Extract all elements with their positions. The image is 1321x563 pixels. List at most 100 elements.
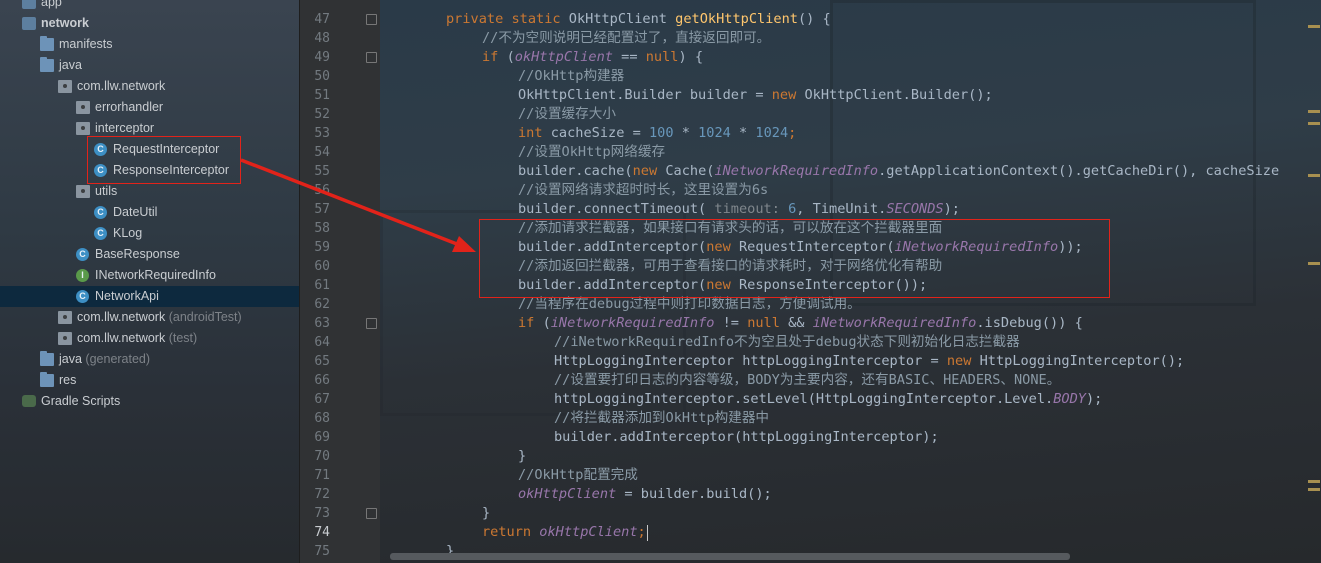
code-token: = builder.build(); <box>616 486 772 502</box>
code-line[interactable]: //不为空则说明已经配置过了，直接返回即可。 <box>482 29 770 48</box>
tree-item[interactable]: C DateUtil <box>0 202 299 223</box>
line-number: 69 <box>314 430 330 445</box>
folder-icon <box>40 57 54 72</box>
code-token: null <box>645 49 679 65</box>
line-number: 51 <box>314 88 330 103</box>
tree-item[interactable]: manifests <box>0 34 299 55</box>
line-number: 47 <box>314 12 330 27</box>
tree-item[interactable]: java (generated) <box>0 349 299 370</box>
tree-item-label: NetworkApi <box>95 289 159 303</box>
error-stripe-marker[interactable] <box>1308 480 1320 483</box>
tree-item[interactable]: com.llw.network <box>0 76 299 97</box>
code-token: .isDebug()) { <box>976 315 1083 331</box>
line-number: 62 <box>314 297 330 312</box>
tree-item[interactable]: utils <box>0 181 299 202</box>
tree-item-suffix: (androidTest) <box>168 310 242 324</box>
error-stripe-marker[interactable] <box>1308 110 1320 113</box>
tree-item[interactable]: C KLog <box>0 223 299 244</box>
tree-item[interactable]: com.llw.network (test) <box>0 328 299 349</box>
line-number: 53 <box>314 126 330 141</box>
package-icon <box>76 122 90 135</box>
tree-item[interactable]: res <box>0 370 299 391</box>
code-line[interactable]: int cacheSize = 100 * 1024 * 1024; <box>518 124 796 143</box>
line-number: 63 <box>314 316 330 331</box>
tree-item-label: manifests <box>59 37 113 51</box>
error-stripe-marker[interactable] <box>1308 25 1320 28</box>
error-stripe-marker[interactable] <box>1308 488 1320 491</box>
code-token: 100 <box>648 125 674 141</box>
error-stripe-marker[interactable] <box>1308 174 1320 177</box>
tree-item-label: interceptor <box>95 121 155 135</box>
tree-item-suffix: (generated) <box>85 352 151 366</box>
code-token: return <box>482 524 540 540</box>
line-number: 60 <box>314 259 330 274</box>
tree-item-label: java <box>59 58 82 72</box>
tree-item-label: DateUtil <box>113 205 158 219</box>
tree-item[interactable]: C NetworkApi <box>0 286 299 307</box>
fold-icon[interactable] <box>366 508 377 519</box>
line-number: 55 <box>314 164 330 179</box>
code-token: //设置缓存大小 <box>518 106 616 122</box>
code-token: new <box>946 353 980 369</box>
code-token: ); <box>1085 391 1103 407</box>
line-number: 48 <box>314 31 330 46</box>
tree-item-label: network <box>41 16 89 30</box>
line-number: 50 <box>314 69 330 84</box>
code-line[interactable]: return okHttpClient; <box>482 523 646 542</box>
package-icon <box>58 332 72 345</box>
code-line[interactable]: //OkHttp构建器 <box>518 67 624 86</box>
code-line[interactable]: builder.cache(new Cache(iNetworkRequired… <box>518 162 1279 181</box>
code-line[interactable]: HttpLoggingInterceptor httpLoggingInterc… <box>554 352 1184 371</box>
code-token: //将拦截器添加到OkHttp构建器中 <box>554 410 770 426</box>
code-token: //当程序在debug过程中则打印数据日志，方便调试用。 <box>518 296 861 312</box>
tree-item[interactable]: network <box>0 13 299 34</box>
tree-item[interactable]: Gradle Scripts <box>0 391 299 412</box>
code-line[interactable]: } <box>518 447 526 466</box>
tree-item[interactable]: I INetworkRequiredInfo <box>0 265 299 286</box>
code-token: builder.cache( <box>518 163 633 179</box>
code-token: new <box>632 163 666 179</box>
fold-icon[interactable] <box>366 14 377 25</box>
code-line[interactable]: //OkHttp配置完成 <box>518 466 638 485</box>
code-token: ); <box>943 201 960 217</box>
line-number: 58 <box>314 221 330 236</box>
code-line[interactable]: if (iNetworkRequiredInfo != null && iNet… <box>518 314 1083 333</box>
package-icon <box>76 101 90 114</box>
folder-icon <box>40 351 54 366</box>
code-line[interactable]: okHttpClient = builder.build(); <box>518 485 772 504</box>
code-token: iNetworkRequiredInfo <box>550 315 715 331</box>
tree-item[interactable]: C BaseResponse <box>0 244 299 265</box>
tree-item[interactable]: com.llw.network (androidTest) <box>0 307 299 328</box>
code-line[interactable]: //将拦截器添加到OkHttp构建器中 <box>554 409 769 428</box>
module-icon <box>22 0 36 9</box>
code-line[interactable]: OkHttpClient.Builder builder = new OkHtt… <box>518 86 993 105</box>
code-line[interactable]: //设置要打印日志的内容等级，BODY为主要内容，还有BASIC、HEADERS… <box>554 371 1060 390</box>
code-line[interactable]: builder.addInterceptor(httpLoggingInterc… <box>554 428 939 447</box>
package-icon <box>58 80 72 93</box>
package-icon <box>76 185 90 198</box>
code-token: //iNetworkRequiredInfo不为空且处于debug状态下则初始化… <box>554 334 1020 350</box>
error-stripe-marker[interactable] <box>1308 262 1320 265</box>
code-token: , TimeUnit. <box>796 201 887 217</box>
code-token: OkHttpClient <box>568 11 676 27</box>
module-icon <box>22 17 36 30</box>
fold-icon[interactable] <box>366 52 377 63</box>
tree-item[interactable]: errorhandler <box>0 97 299 118</box>
fold-icon[interactable] <box>366 318 377 329</box>
horizontal-scrollbar[interactable] <box>390 553 1070 560</box>
code-line[interactable]: //设置缓存大小 <box>518 105 616 124</box>
code-line[interactable]: //iNetworkRequiredInfo不为空且处于debug状态下则初始化… <box>554 333 1020 352</box>
code-line[interactable]: private static OkHttpClient getOkHttpCli… <box>446 10 831 29</box>
tree-item[interactable]: java <box>0 55 299 76</box>
code-line[interactable]: builder.connectTimeout( timeout: 6, Time… <box>518 200 960 219</box>
code-token: ; <box>637 524 646 540</box>
code-line[interactable]: if (okHttpClient == null) { <box>482 48 703 67</box>
error-stripe-marker[interactable] <box>1308 122 1320 125</box>
code-line[interactable]: //设置OkHttp网络缓存 <box>518 143 665 162</box>
code-line[interactable]: } <box>482 504 490 523</box>
line-number: 74 <box>314 525 330 540</box>
tree-item[interactable]: app <box>0 0 299 13</box>
code-line[interactable]: httpLoggingInterceptor.setLevel(HttpLogg… <box>554 390 1102 409</box>
code-token: HttpLoggingInterceptor(); <box>979 353 1185 369</box>
code-line[interactable]: //设置网络请求超时时长，这里设置为6s <box>518 181 768 200</box>
